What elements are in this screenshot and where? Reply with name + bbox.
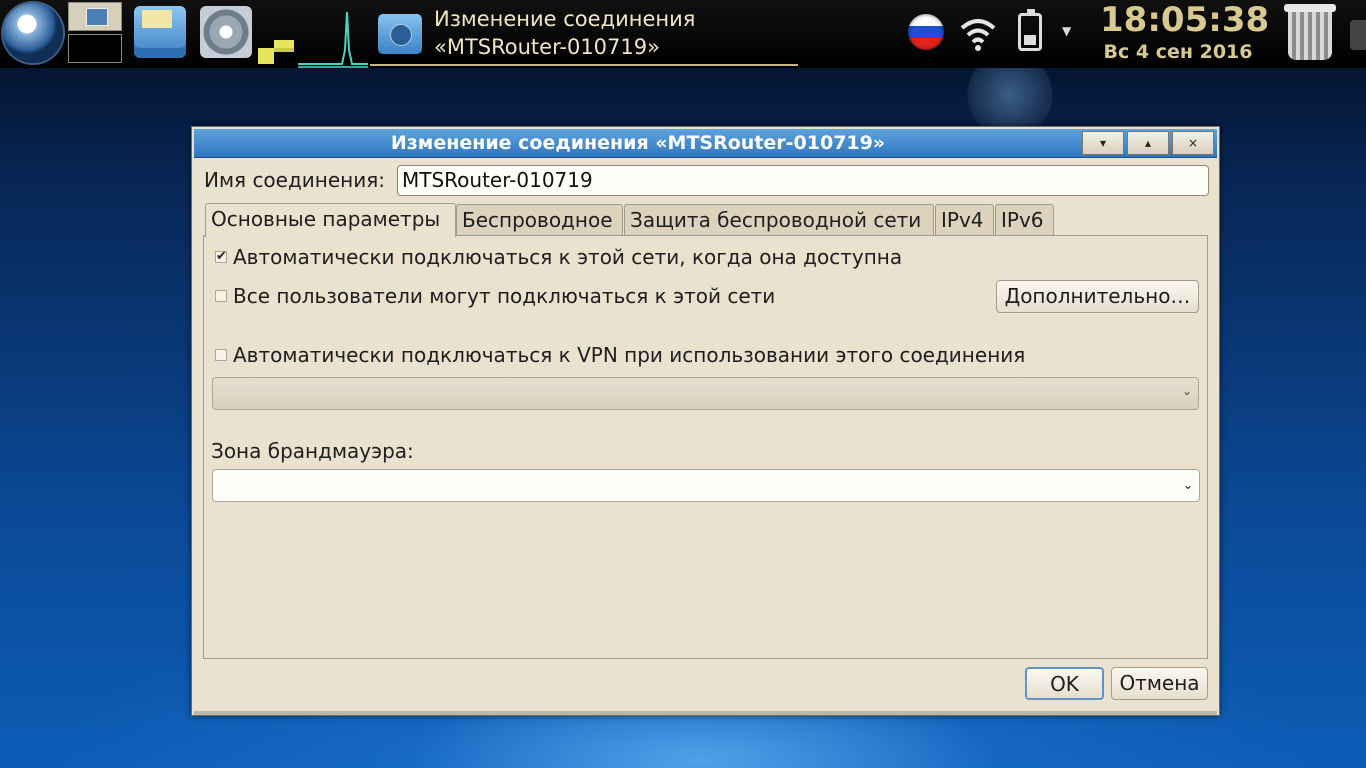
general-tab-page: ✔ Автоматически подключаться к этой сети… bbox=[203, 235, 1208, 659]
dialog-title: Изменение соединения «MTSRouter-010719» bbox=[390, 132, 886, 154]
auto-connect-label[interactable]: Автоматически подключаться к этой сети, … bbox=[233, 245, 902, 269]
edit-connection-dialog: Изменение соединения «MTSRouter-010719» … bbox=[191, 126, 1220, 716]
network-graph-icon bbox=[298, 11, 368, 68]
advanced-button[interactable]: Дополнительно… bbox=[996, 280, 1199, 313]
network-folder-icon bbox=[378, 14, 422, 54]
taskbar-window-button[interactable]: Изменение соединения «MTSRouter-010719» bbox=[370, 0, 798, 66]
clock-time: 18:05:38 bbox=[1100, 0, 1270, 40]
wifi-icon[interactable] bbox=[958, 12, 998, 52]
auto-connect-checkbox[interactable]: ✔ bbox=[215, 250, 227, 263]
chevron-down-icon: ⌄ bbox=[1182, 478, 1193, 492]
clock-date: Вс 4 сен 2016 bbox=[1103, 41, 1253, 63]
main-menu-icon[interactable] bbox=[3, 3, 63, 63]
cancel-button[interactable]: Отмена bbox=[1111, 667, 1208, 700]
tab-ipv6[interactable]: IPv6 bbox=[995, 204, 1054, 236]
minimize-button[interactable]: ▾ bbox=[1082, 131, 1124, 155]
panel-edge-handle[interactable] bbox=[1350, 20, 1366, 50]
auto-vpn-label[interactable]: Автоматически подключаться к VPN при исп… bbox=[233, 343, 1025, 367]
ok-button[interactable]: OK bbox=[1025, 667, 1104, 700]
firewall-zone-label: Зона брандмауэра: bbox=[211, 439, 414, 463]
connection-name-label: Имя соединения: bbox=[204, 168, 386, 192]
top-panel: Изменение соединения «MTSRouter-010719» … bbox=[0, 0, 1366, 68]
tab-wireless-security[interactable]: Защита беспроводной сети bbox=[624, 204, 934, 236]
workspace-1[interactable] bbox=[68, 2, 122, 31]
close-button[interactable]: × bbox=[1172, 131, 1214, 155]
tab-general[interactable]: Основные параметры bbox=[205, 203, 456, 237]
tray-expand-icon[interactable]: ▼ bbox=[1062, 24, 1071, 38]
clock[interactable]: 18:05:38 Вс 4 сен 2016 bbox=[1100, 0, 1270, 64]
window-thumbnail-icon bbox=[86, 8, 108, 26]
auto-vpn-checkbox[interactable] bbox=[215, 349, 227, 361]
chevron-down-icon: ⌄ bbox=[1181, 384, 1192, 398]
firewall-zone-select[interactable]: ⌄ bbox=[212, 469, 1200, 502]
connection-name-input[interactable]: MTSRouter-010719 bbox=[397, 165, 1209, 196]
tab-ipv4[interactable]: IPv4 bbox=[935, 204, 994, 236]
dialog-titlebar[interactable]: Изменение соединения «MTSRouter-010719» … bbox=[194, 129, 1217, 158]
cpu-monitor-icon bbox=[258, 40, 296, 66]
resize-grip[interactable] bbox=[194, 711, 1217, 715]
tab-wireless[interactable]: Беспроводное bbox=[456, 204, 623, 236]
settings-icon[interactable] bbox=[200, 6, 252, 58]
workspace-2[interactable] bbox=[68, 34, 122, 63]
vpn-select: ⌄ bbox=[212, 377, 1199, 410]
all-users-checkbox[interactable] bbox=[215, 290, 227, 302]
all-users-label[interactable]: Все пользователи могут подключаться к эт… bbox=[233, 284, 775, 308]
keyboard-layout-flag-icon[interactable] bbox=[908, 14, 944, 50]
battery-icon[interactable] bbox=[1018, 9, 1042, 51]
maximize-button[interactable]: ▴ bbox=[1127, 131, 1169, 155]
taskbar-window-title: Изменение соединения «MTSRouter-010719» bbox=[434, 7, 696, 59]
file-manager-icon[interactable] bbox=[134, 6, 186, 58]
trash-icon[interactable] bbox=[1284, 4, 1336, 60]
